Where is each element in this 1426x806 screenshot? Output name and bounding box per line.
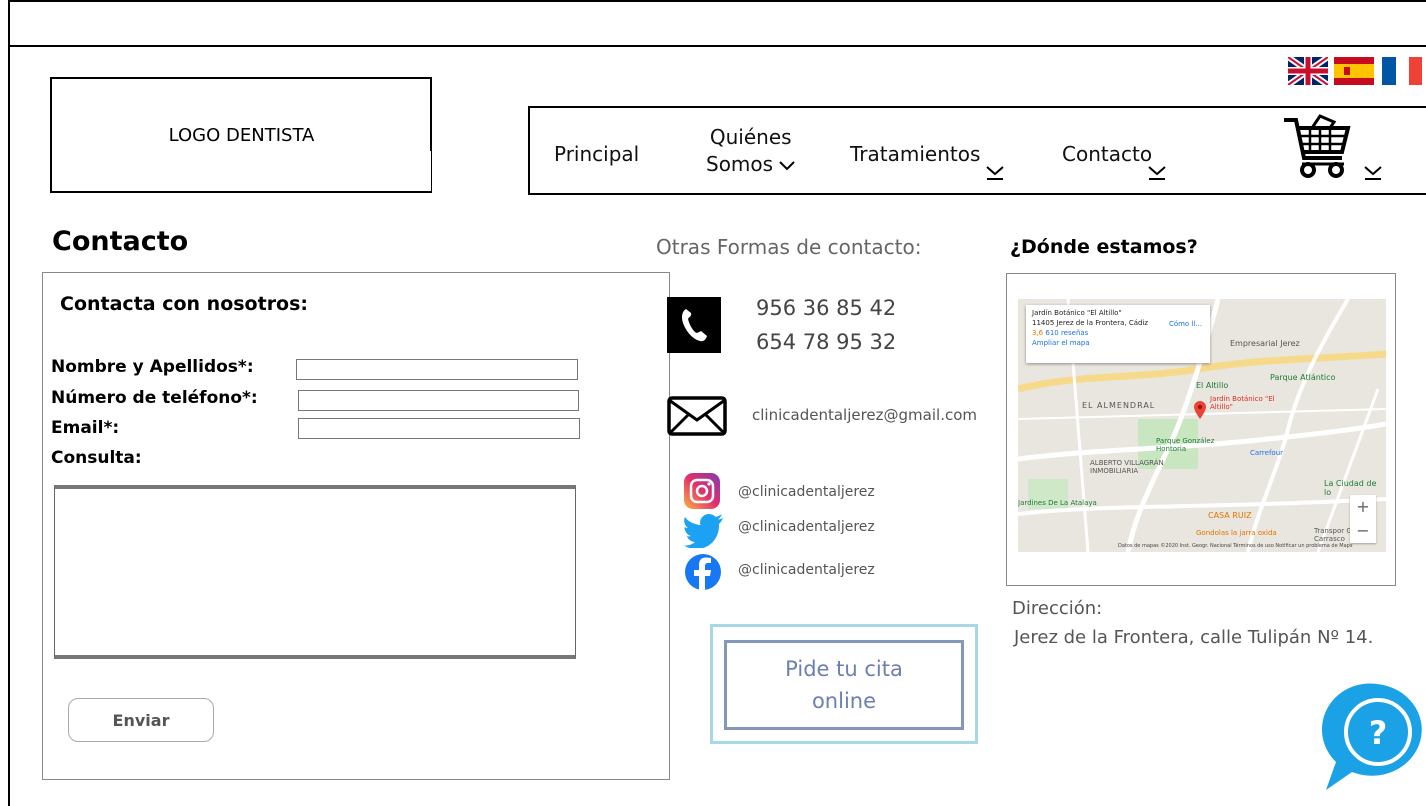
french-flag-icon[interactable] <box>1382 57 1422 85</box>
map-zoom-controls[interactable]: + − <box>1350 495 1376 543</box>
name-input[interactable] <box>296 359 578 380</box>
twitter-icon[interactable] <box>684 514 724 548</box>
chevron-down-icon[interactable] <box>1364 166 1382 180</box>
english-flag-icon[interactable] <box>1288 57 1328 85</box>
phone-input[interactable] <box>298 390 579 411</box>
logo-divider <box>430 77 432 151</box>
twitter-link[interactable]: @clinicadentaljerez <box>738 519 875 535</box>
nav-quienes-somos[interactable]: Quiénes Somos <box>706 124 796 178</box>
spanish-flag-icon[interactable] <box>1334 57 1374 85</box>
facebook-link[interactable]: @clinicadentaljerez <box>738 562 875 578</box>
email-label: Email*: <box>51 418 120 438</box>
send-button[interactable]: Enviar <box>68 698 214 742</box>
phone-number-2[interactable]: 654 78 95 32 <box>756 330 896 354</box>
address-text: Jerez de la Frontera, calle Tulipán Nº 1… <box>1014 627 1374 648</box>
main-nav: Principal Quiénes Somos Tratamientos Con… <box>528 106 1426 195</box>
instagram-link[interactable]: @clinicadentaljerez <box>738 484 875 500</box>
nav-principal[interactable]: Principal <box>554 142 639 166</box>
logo-text: LOGO DENTISTA <box>168 124 315 146</box>
envelope-icon <box>667 396 727 436</box>
phone-icon <box>667 297 721 353</box>
top-divider <box>8 45 1426 47</box>
page-title: Contacto <box>52 226 189 257</box>
appointment-button[interactable]: Pide tu cita online <box>724 640 964 730</box>
instagram-icon[interactable] <box>684 473 720 509</box>
nav-contacto[interactable]: Contacto <box>1062 142 1152 166</box>
chevron-down-icon[interactable] <box>1148 166 1166 180</box>
map[interactable]: Jardín Botánico "El Altillo" 11405 Jerez… <box>1018 299 1386 552</box>
shopping-cart-icon[interactable] <box>1282 114 1354 186</box>
email-link[interactable]: clinicadentaljerez@gmail.com <box>752 406 977 424</box>
nav-tratamientos[interactable]: Tratamientos <box>850 142 980 166</box>
phone-label: Número de teléfono*: <box>51 388 258 408</box>
query-textarea[interactable] <box>54 485 576 659</box>
svg-text:?: ? <box>1369 714 1388 752</box>
location-heading: ¿Dónde estamos? <box>1010 236 1198 258</box>
cart-underline <box>1282 193 1392 195</box>
name-label: Nombre y Apellidos*: <box>51 357 254 377</box>
chevron-down-icon[interactable] <box>986 166 1004 180</box>
phone-number-1[interactable]: 956 36 85 42 <box>756 296 896 320</box>
facebook-icon[interactable] <box>684 553 722 591</box>
chevron-down-icon <box>779 161 796 171</box>
map-info-card: Jardín Botánico "El Altillo" 11405 Jerez… <box>1026 305 1210 363</box>
query-label: Consulta: <box>51 448 142 468</box>
form-heading: Contacta con nosotros: <box>60 293 309 315</box>
address-label: Dirección: <box>1012 598 1103 619</box>
logo-box[interactable]: LOGO DENTISTA <box>50 77 432 193</box>
other-contact-heading: Otras Formas de contacto: <box>656 235 922 259</box>
email-input[interactable] <box>298 418 580 439</box>
map-pin-icon[interactable] <box>1194 401 1206 419</box>
help-question-icon[interactable]: ? <box>1322 682 1426 792</box>
